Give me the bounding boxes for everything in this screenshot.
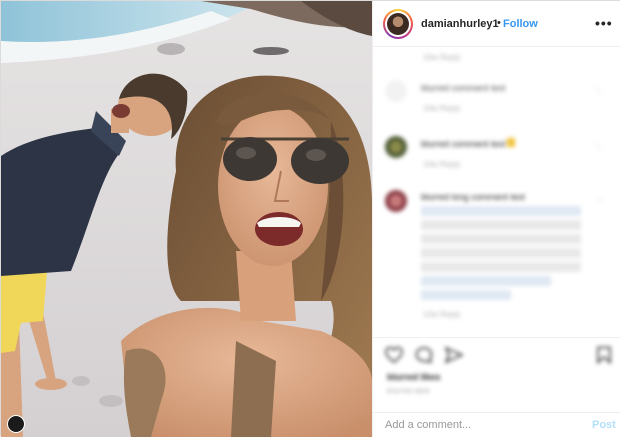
comment-like-heart-icon[interactable]: ♡ — [595, 196, 603, 207]
share-icon[interactable] — [445, 346, 463, 364]
beach-selfie-image — [1, 1, 372, 437]
comment-text: blurred long comment text — [421, 192, 526, 202]
comment-meta: 10w Reply — [423, 104, 461, 113]
comment-link-line — [421, 276, 551, 286]
post-actions: blurred likes blurred date — [373, 337, 620, 411]
post-date[interactable]: blurred date — [387, 388, 430, 395]
post-modal: damianhurley1 • Follow ••• 10w Reply blu… — [0, 0, 620, 437]
comment-icon[interactable] — [415, 346, 433, 364]
add-comment-form: Post — [373, 412, 620, 437]
follow-button[interactable]: Follow — [503, 18, 538, 30]
separator-dot: • — [497, 17, 501, 29]
bookmark-icon[interactable] — [595, 346, 613, 364]
commenter-avatar[interactable] — [385, 136, 407, 158]
comment-meta: 10w Reply — [423, 160, 461, 169]
comment-text-line — [421, 220, 581, 230]
comment-text-line — [421, 262, 581, 272]
comment-text-line — [421, 248, 581, 258]
comments-list: 10w Reply blurred comment text 10w Reply… — [373, 48, 620, 334]
post-comment-button[interactable]: Post — [592, 419, 616, 431]
comment-link-line — [421, 206, 581, 216]
username-link[interactable]: damianhurley1 — [421, 18, 499, 30]
avatar-image — [387, 13, 409, 35]
post-header: damianhurley1 • Follow ••• — [373, 1, 620, 47]
profile-avatar[interactable] — [383, 9, 413, 39]
comment-meta: 10w Reply — [423, 53, 461, 62]
commenter-avatar[interactable] — [385, 190, 407, 212]
likes-count[interactable]: blurred likes — [387, 372, 441, 382]
more-options-icon[interactable]: ••• — [595, 15, 613, 31]
comment-link-line — [421, 290, 511, 300]
heart-icon[interactable] — [385, 346, 403, 364]
comment-input[interactable] — [385, 417, 575, 433]
comment-like-heart-icon[interactable]: ♡ — [595, 142, 603, 153]
post-side-panel: damianhurley1 • Follow ••• 10w Reply blu… — [372, 1, 620, 437]
post-photo[interactable] — [1, 1, 372, 437]
comment-text-line — [421, 234, 581, 244]
comment-text: blurred comment text — [421, 83, 506, 93]
emoji-icon — [507, 138, 515, 147]
comment-like-heart-icon[interactable]: ♡ — [595, 86, 603, 97]
commenter-avatar[interactable] — [385, 80, 407, 102]
comment-meta: 10w Reply — [423, 310, 461, 319]
photo-profile-thumbnail[interactable] — [7, 415, 25, 433]
comment-text: blurred comment text — [421, 139, 506, 149]
